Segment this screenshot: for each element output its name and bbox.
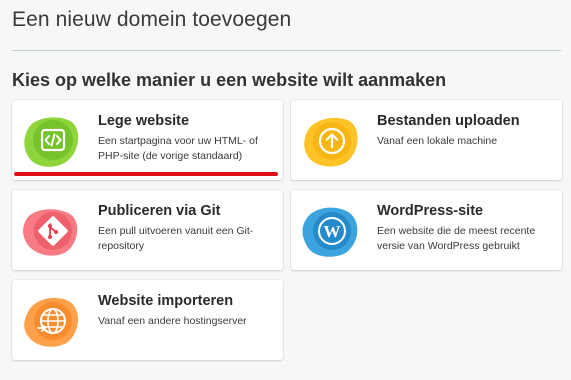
- card-title: Website importeren: [98, 293, 234, 309]
- card-publish-git[interactable]: Publiceren via Git Een pull uitvoeren va…: [12, 190, 283, 270]
- card-wordpress-site[interactable]: W WordPress-site Een website die de mees…: [291, 190, 562, 270]
- card-description: Een pull uitvoeren vanuit een Git-reposi…: [98, 225, 254, 252]
- card-upload-files[interactable]: Bestanden uploaden Vanaf een lokale mach…: [291, 100, 562, 180]
- code-icon: [20, 110, 82, 170]
- card-description: Vanaf een andere hostingserver: [98, 315, 247, 327]
- git-icon: [20, 200, 82, 260]
- card-description: Vanaf een lokale machine: [377, 135, 498, 147]
- card-import-website[interactable]: Website importeren Vanaf een andere host…: [12, 280, 283, 360]
- selected-underline: [14, 172, 278, 176]
- page-title: Een nieuw domein toevoegen: [12, 8, 292, 31]
- card-description: Een website die de meest recente versie …: [377, 225, 536, 252]
- card-blank-website[interactable]: Lege website Een startpagina voor uw HTM…: [12, 100, 283, 180]
- globe-import-icon: [20, 290, 82, 350]
- card-title: Publiceren via Git: [98, 203, 221, 219]
- card-description: Een startpagina voor uw HTML- of PHP-sit…: [98, 135, 258, 162]
- section-title: Kies op welke manier u een website wilt …: [12, 70, 447, 90]
- upload-icon: [299, 110, 361, 170]
- card-title: Lege website: [98, 113, 190, 129]
- wordpress-icon: W: [299, 200, 361, 260]
- header-divider: [12, 50, 561, 51]
- card-title: Bestanden uploaden: [377, 113, 520, 129]
- svg-text:W: W: [324, 222, 341, 241]
- card-title: WordPress-site: [377, 203, 484, 219]
